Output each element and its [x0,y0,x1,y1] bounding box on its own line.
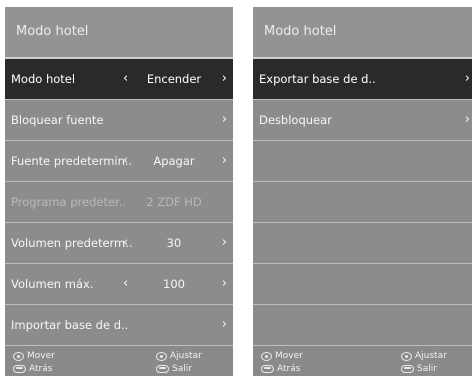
menu-item-label: Volumen máx. [11,277,94,291]
menu-item-label: Fuente predetermin.. [11,154,133,168]
hint-label: Mover [275,351,303,361]
back-button-icon [261,365,274,373]
empty-row [253,182,472,223]
right-arrow-icon[interactable]: › [465,100,470,140]
ok-button-icon [156,351,167,361]
menu-item-volumen-predeterminado[interactable]: Volumen predeterm.. ‹ 30 › [5,223,233,264]
dpad-icon [13,351,24,361]
right-arrow-icon[interactable]: › [222,223,227,263]
menu-title: Modo hotel [253,7,472,59]
left-arrow-icon[interactable]: ‹ [123,223,128,263]
right-arrow-icon[interactable]: › [222,141,227,181]
right-arrow-icon[interactable]: › [465,59,470,99]
hint-label: Atrás [29,364,53,374]
menu-item-label: Programa predeter.. [11,195,127,209]
hint-label: Ajustar [170,351,202,361]
left-arrow-icon[interactable]: ‹ [123,264,128,304]
right-arrow-icon[interactable]: › [222,305,227,345]
hint-label: Atrás [277,364,301,374]
menu-item-label: Modo hotel [11,72,76,86]
key-hints-footer: Mover Ajustar Atrás Salir [5,348,233,376]
hint-move: Mover [13,351,55,361]
menu-item-volumen-max[interactable]: Volumen máx. ‹ 100 › [5,264,233,305]
menu-item-label: Importar base de d.. [11,318,129,332]
menu-item-value: 2 ZDF HD [146,195,202,209]
empty-row [253,141,472,182]
back-button-icon [13,365,26,373]
ok-button-icon [401,351,412,361]
dpad-icon [261,351,272,361]
menu-item-value: Apagar [153,154,195,168]
empty-row [253,305,472,346]
hint-label: Salir [172,364,192,374]
menu-item-programa-predeterminado: Programa predeter.. 2 ZDF HD [5,182,233,223]
menu-item-bloquear-fuente[interactable]: Bloquear fuente › [5,100,233,141]
hint-back: Atrás [261,364,300,374]
hint-label: Mover [27,351,55,361]
exit-button-icon [156,365,169,373]
empty-row [253,264,472,305]
menu-item-exportar-base-de-datos[interactable]: Exportar base de d.. › [253,59,472,100]
hint-move: Mover [261,351,303,361]
hint-exit: Salir [156,364,192,374]
hint-back: Atrás [13,364,52,374]
hint-label: Ajustar [415,351,447,361]
menu-item-desbloquear[interactable]: Desbloquear › [253,100,472,141]
left-arrow-icon[interactable]: ‹ [123,141,128,181]
empty-row [253,223,472,264]
exit-button-icon [401,365,414,373]
menu-item-label: Desbloquear [259,113,332,127]
right-arrow-icon[interactable]: › [222,59,227,99]
menu-item-value: 30 [166,236,182,250]
hint-adjust: Ajustar [156,351,202,361]
key-hints-footer: Mover Ajustar Atrás Salir [253,348,472,376]
right-arrow-icon[interactable]: › [222,264,227,304]
menu-item-label: Volumen predeterm.. [11,236,133,250]
hint-exit: Salir [401,364,437,374]
menu-item-fuente-predeterminada[interactable]: Fuente predetermin.. ‹ Apagar › [5,141,233,182]
left-arrow-icon[interactable]: ‹ [123,59,128,99]
menu-item-importar-base-de-datos[interactable]: Importar base de d.. › [5,305,233,346]
menu-item-label: Exportar base de d.. [259,72,376,86]
menu-title: Modo hotel [5,7,233,59]
hint-label: Salir [417,364,437,374]
hotel-mode-menu-left: Modo hotel Modo hotel ‹ Encender › Bloqu… [5,7,233,376]
right-arrow-icon[interactable]: › [222,100,227,140]
menu-item-label: Bloquear fuente [11,113,104,127]
hint-adjust: Ajustar [401,351,447,361]
menu-item-value: Encender [146,72,202,86]
hotel-mode-menu-right: Modo hotel Exportar base de d.. › Desblo… [253,7,472,376]
menu-item-value: 100 [163,277,185,291]
menu-item-modo-hotel[interactable]: Modo hotel ‹ Encender › [5,59,233,100]
